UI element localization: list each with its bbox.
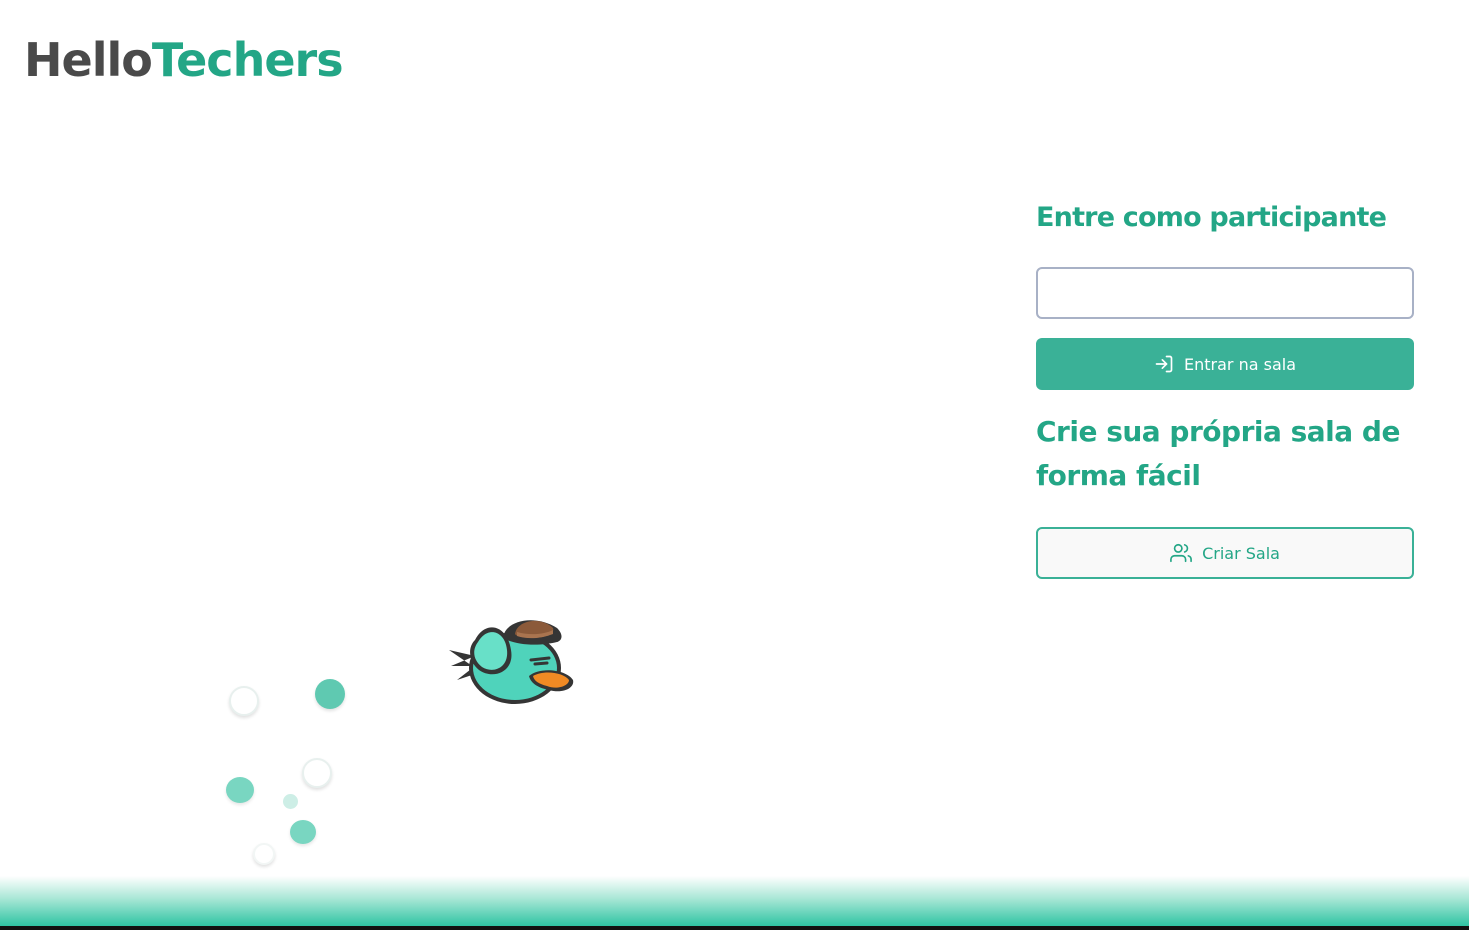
room-panel: Entre como participante Entrar na sala C… <box>1036 196 1414 579</box>
create-heading: Crie sua própria sala de forma fácil <box>1036 415 1400 492</box>
create-room-button[interactable]: Criar Sala <box>1036 527 1414 579</box>
room-code-input[interactable] <box>1036 267 1414 319</box>
log-in-icon <box>1154 354 1174 374</box>
bubble <box>226 777 254 803</box>
create-room-label: Criar Sala <box>1202 543 1280 563</box>
bird-icon <box>449 620 574 704</box>
bubble <box>290 820 316 844</box>
app-logo[interactable]: HelloTechers <box>24 30 344 90</box>
join-room-label: Entrar na sala <box>1184 354 1296 374</box>
bubble <box>315 679 345 709</box>
bubble <box>283 794 298 809</box>
users-icon <box>1170 542 1192 564</box>
bubble <box>229 686 259 716</box>
page: HelloTechers Entre como participante Ent… <box>0 0 1469 930</box>
bubble <box>253 843 275 865</box>
footer-gradient <box>0 876 1469 926</box>
logo-part-techers: Techers <box>151 33 344 87</box>
bird-animation-scene <box>210 600 610 870</box>
bubble <box>302 758 332 788</box>
footer-bar <box>0 926 1469 930</box>
logo-part-hello: Hello <box>24 33 153 87</box>
join-heading: Entre como participante <box>1036 202 1387 233</box>
join-room-button[interactable]: Entrar na sala <box>1036 338 1414 390</box>
